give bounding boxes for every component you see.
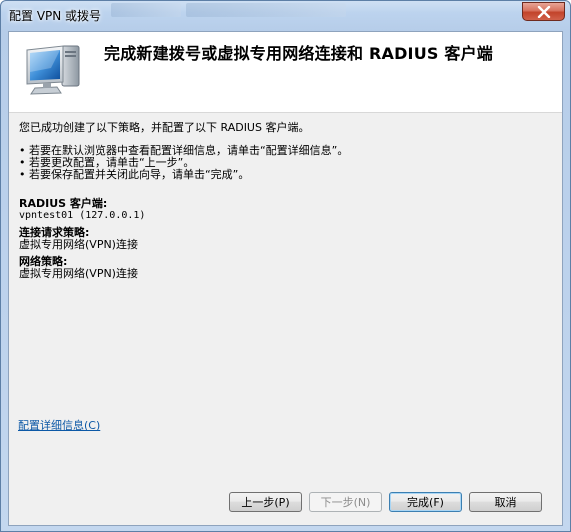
background-window-ghost: [111, 3, 181, 17]
cancel-button[interactable]: 取消: [469, 492, 542, 512]
bullet-finish: • 若要保存配置并关闭此向导，请单击“完成”。: [19, 168, 250, 181]
close-button[interactable]: [522, 2, 565, 21]
radius-client-value: vpntest01 (127.0.0.1): [19, 210, 146, 221]
page-title: 完成新建拨号或虚拟专用网络连接和 RADIUS 客户端: [104, 44, 493, 63]
background-window-ghost: [186, 3, 346, 17]
finish-button[interactable]: 完成(F): [389, 492, 462, 512]
dialog-content: 完成新建拨号或虚拟专用网络连接和 RADIUS 客户端 您已成功创建了以下策略，…: [8, 31, 563, 526]
header-panel: 完成新建拨号或虚拟专用网络连接和 RADIUS 客户端: [9, 32, 562, 113]
next-button[interactable]: 下一步(N): [309, 492, 382, 512]
close-icon: [537, 5, 550, 18]
title-bar[interactable]: 配置 VPN 或拨号: [1, 1, 570, 31]
vpn-computer-icon: [26, 45, 80, 95]
radius-client-label: RADIUS 客户端:: [19, 197, 108, 210]
network-policy-value: 虚拟专用网络(VPN)连接: [19, 267, 138, 280]
back-button[interactable]: 上一步(P): [229, 492, 302, 512]
connection-request-policy-value: 虚拟专用网络(VPN)连接: [19, 238, 138, 251]
intro-text: 您已成功创建了以下策略，并配置了以下 RADIUS 客户端。: [19, 121, 310, 134]
window-title: 配置 VPN 或拨号: [9, 9, 102, 23]
dialog-window: 配置 VPN 或拨号 完成新建拨号或虚拟专用网络连接和 RADIUS 客户端 您…: [0, 0, 571, 532]
configuration-details-link[interactable]: 配置详细信息(C): [18, 417, 100, 433]
